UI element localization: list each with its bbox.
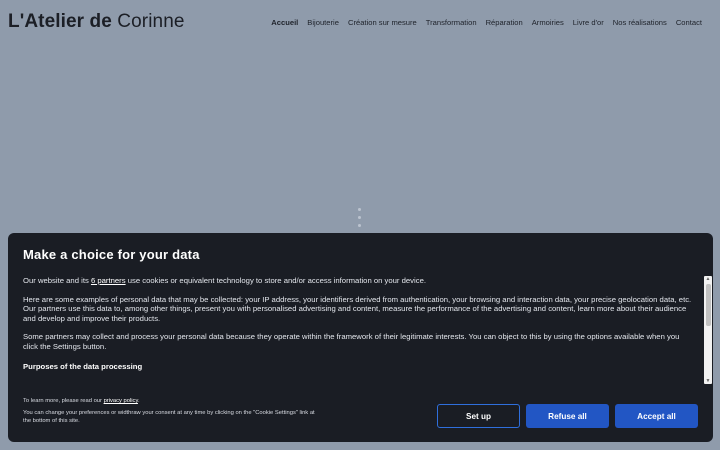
footer-after: .	[137, 398, 140, 404]
purposes-heading: Purposes of the data processing	[23, 361, 143, 371]
loading-dot	[358, 216, 361, 219]
nav-item-creation-sur-mesure[interactable]: Création sur mesure	[348, 18, 417, 27]
consent-p2: Here are some examples of personal data …	[23, 294, 692, 304]
preferences-note: You can change your preferences or width…	[23, 410, 315, 424]
consent-paragraph-3: Our partners use this data to, among oth…	[23, 304, 693, 323]
consent-p1-before: Our website and its	[23, 276, 91, 285]
nav-item-reparation[interactable]: Réparation	[486, 18, 523, 27]
nav-item-armoiries[interactable]: Armoiries	[532, 18, 564, 27]
scroll-thumb[interactable]	[705, 284, 711, 326]
loading-dot	[358, 208, 361, 211]
consent-p4: Some partners may collect and process yo…	[23, 332, 680, 351]
setup-button[interactable]: Set up	[437, 404, 520, 428]
loading-indicator	[358, 208, 362, 232]
accept-all-button[interactable]: Accept all	[615, 404, 698, 428]
loading-dot	[358, 224, 361, 227]
nav-item-accueil[interactable]: Accueil	[271, 18, 298, 27]
cookie-consent-dialog: Make a choice for your data Our website …	[8, 233, 713, 442]
scroll-up-arrow-icon[interactable]: ▲	[705, 276, 711, 282]
nav-item-bijouterie[interactable]: Bijouterie	[307, 18, 339, 27]
footer-before: To learn more, please read our	[23, 398, 104, 404]
consent-title: Make a choice for your data	[23, 247, 200, 262]
consent-paragraph-1: Our website and its 6 partners use cooki…	[23, 276, 693, 286]
logo-bold-text: L'Atelier de	[8, 11, 112, 32]
nav-item-contact[interactable]: Contact	[676, 18, 702, 27]
consent-scrollbar[interactable]: ▲ ▼	[704, 276, 712, 384]
refuse-all-button[interactable]: Refuse all	[526, 404, 609, 428]
nav-item-transformation[interactable]: Transformation	[426, 18, 477, 27]
partners-link[interactable]: 6 partners	[91, 276, 126, 285]
privacy-policy-link[interactable]: privacy policy	[104, 398, 138, 404]
consent-paragraph-4: Some partners may collect and process yo…	[23, 332, 693, 351]
nav-item-livre-dor[interactable]: Livre d'or	[573, 18, 604, 27]
consent-paragraph-2: Here are some examples of personal data …	[23, 295, 693, 305]
logo-thin-text: Corinne	[111, 11, 185, 32]
site-logo[interactable]: L'Atelier de Corinne	[8, 11, 185, 33]
privacy-policy-line: To learn more, please read our privacy p…	[23, 398, 323, 405]
scroll-down-arrow-icon[interactable]: ▼	[705, 378, 711, 384]
consent-body[interactable]: Our website and its 6 partners use cooki…	[23, 276, 693, 386]
consent-p3: Our partners use this data to, among oth…	[23, 304, 687, 323]
main-nav: Accueil Bijouterie Création sur mesure T…	[271, 18, 702, 27]
nav-item-nos-realisations[interactable]: Nos réalisations	[613, 18, 667, 27]
consent-p1-after: use cookies or equivalent technology to …	[125, 276, 426, 285]
consent-footer-text: To learn more, please read our privacy p…	[23, 398, 323, 430]
site-header: L'Atelier de Corinne Accueil Bijouterie …	[0, 0, 720, 44]
